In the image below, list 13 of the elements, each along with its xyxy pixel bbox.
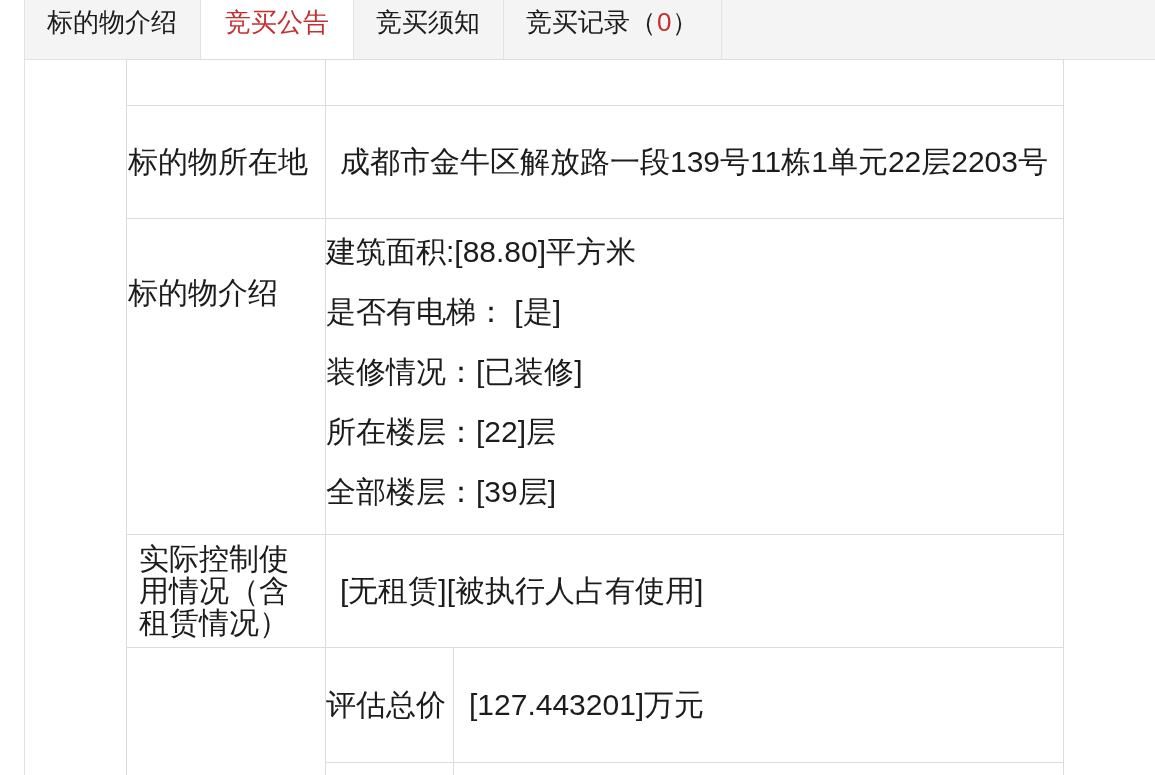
detail-line: 是否有电梯： [是]: [326, 294, 562, 330]
field-label: 标的物所在地: [128, 143, 308, 180]
detail-line: 全部楼层：[39层]: [326, 474, 558, 510]
detail-line: 装修情况：[已装修]: [326, 354, 584, 390]
tab[interactable]: 竞买公告: [201, 0, 354, 59]
field-value: [无租赁][被执行人占有使用]: [340, 572, 704, 609]
field-label: 标的物介绍: [128, 275, 278, 311]
field-value: 成都市金牛区解放路一段139号11栋1单元22层2203号: [340, 143, 1048, 180]
detail-line: 所在楼层：[22]层: [326, 414, 558, 450]
field-value: [127.443201]万元: [469, 686, 705, 723]
field-label: 评估总价: [326, 686, 446, 723]
field-label: 实际控制使用情况（含租赁情况）: [139, 543, 290, 639]
detail-line: 建筑面积:[88.80]平方米: [326, 234, 638, 270]
